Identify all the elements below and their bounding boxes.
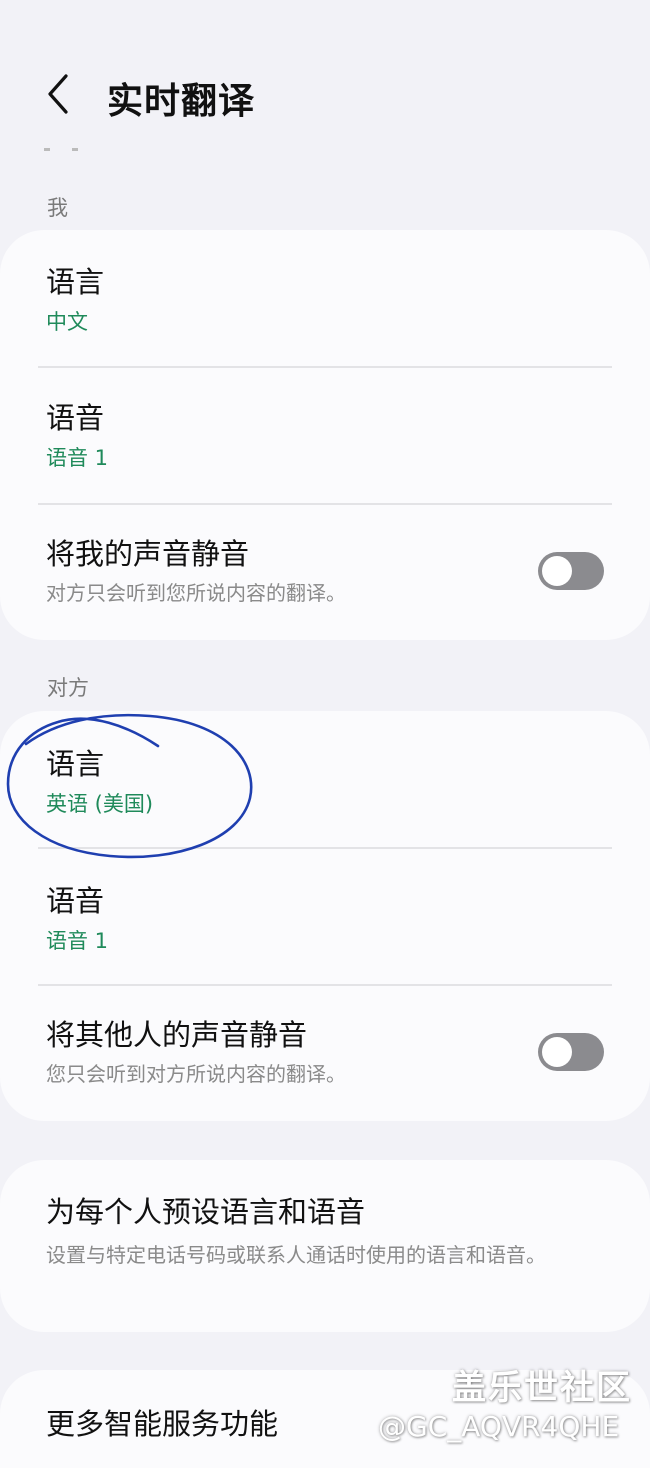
- me-language-title: 语言: [46, 265, 105, 299]
- other-mute-toggle[interactable]: [538, 1033, 604, 1071]
- chevron-left-icon: [48, 74, 68, 114]
- me-mute-toggle[interactable]: [538, 552, 604, 590]
- divider: [38, 366, 612, 368]
- me-settings-card: 语言 中文 语音 语音 1 将我的声音静音 对方只会听到您所说内容的翻译。: [0, 230, 650, 640]
- preset-description: 设置与特定电话号码或联系人通话时使用的语言和语音。: [46, 1243, 546, 1267]
- divider: [38, 847, 612, 849]
- other-language-row[interactable]: 语言 英语 (美国): [46, 746, 610, 818]
- preset-title: 为每个人预设语言和语音: [46, 1195, 366, 1229]
- other-settings-card: 语言 英语 (美国) 语音 语音 1 将其他人的声音静音 您只会听到对方所说内容…: [0, 711, 650, 1121]
- app-bar: 实时翻译: [0, 0, 650, 151]
- section-label-me: 我: [47, 196, 68, 220]
- toggle-knob: [542, 1037, 572, 1067]
- other-mute-description: 您只会听到对方所说内容的翻译。: [46, 1062, 346, 1086]
- back-button[interactable]: [36, 70, 84, 118]
- page-title: 实时翻译: [107, 81, 256, 122]
- preset-card[interactable]: 为每个人预设语言和语音 设置与特定电话号码或联系人通话时使用的语言和语音。: [0, 1160, 650, 1332]
- me-mute-row[interactable]: 将我的声音静音 对方只会听到您所说内容的翻译。: [46, 536, 520, 610]
- me-mute-title: 将我的声音静音: [46, 537, 250, 571]
- other-mute-row[interactable]: 将其他人的声音静音 您只会听到对方所说内容的翻译。: [46, 1017, 520, 1091]
- divider: [38, 503, 612, 505]
- other-mute-title: 将其他人的声音静音: [46, 1018, 308, 1052]
- me-language-value: 中文: [46, 310, 88, 334]
- me-voice-row[interactable]: 语音 语音 1: [46, 400, 610, 472]
- watermark-site: 盖乐世社区: [452, 1368, 632, 1408]
- me-mute-description: 对方只会听到您所说内容的翻译。: [46, 581, 346, 605]
- me-language-row[interactable]: 语言 中文: [46, 264, 610, 336]
- watermark-handle: @GC_AQVR4QHE: [378, 1410, 620, 1443]
- scroll-edge-fade: [44, 148, 78, 151]
- me-voice-title: 语音: [46, 401, 105, 435]
- other-voice-row[interactable]: 语音 语音 1: [46, 883, 610, 955]
- preset-row[interactable]: 为每个人预设语言和语音 设置与特定电话号码或联系人通话时使用的语言和语音。: [46, 1194, 590, 1272]
- toggle-knob: [542, 556, 572, 586]
- section-label-other: 对方: [47, 676, 89, 700]
- divider: [38, 984, 612, 986]
- me-voice-value: 语音 1: [46, 446, 109, 470]
- other-language-value: 英语 (美国): [46, 792, 154, 816]
- other-voice-value: 语音 1: [46, 929, 109, 953]
- other-voice-title: 语音: [46, 884, 105, 918]
- live-translate-settings-page: 实时翻译 我 语言 中文 语音 语音 1 将我的声音静音 对方只会听到您所说内容…: [0, 0, 650, 1468]
- other-language-title: 语言: [46, 747, 105, 781]
